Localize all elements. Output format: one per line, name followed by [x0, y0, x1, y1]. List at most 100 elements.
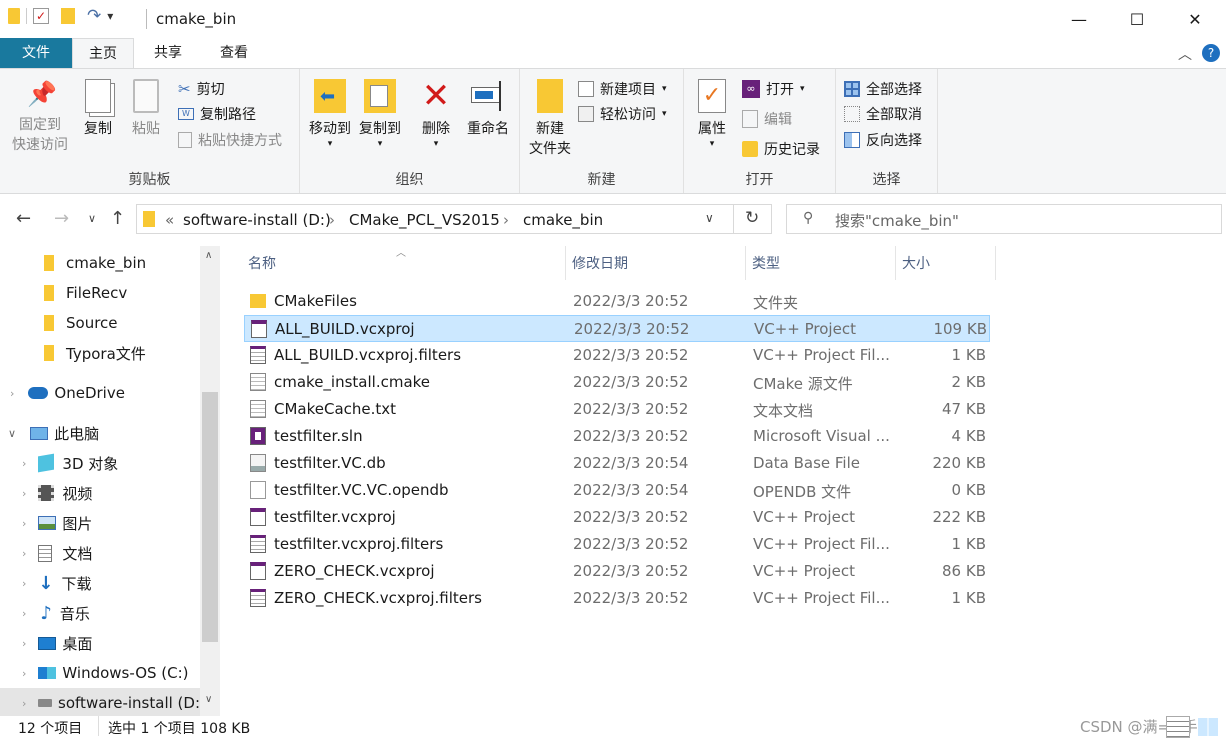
file-row[interactable]: testfilter.vcxproj.filters 2022/3/3 20:52…: [244, 531, 990, 558]
recent-locations-chevron-icon[interactable]: ∨: [88, 212, 96, 225]
file-row[interactable]: ZERO_CHECK.vcxproj 2022/3/3 20:52 VC++ Pro…: [244, 558, 990, 585]
expand-chevron-icon[interactable]: ›: [22, 457, 26, 470]
nav-item-drive-c[interactable]: › Windows-OS (C:): [0, 658, 200, 688]
delete-button[interactable]: ✕ 删除 ▾: [414, 79, 458, 149]
title-bar: ✓ ↷ ▾ cmake_bin — ☐ ✕: [0, 0, 1226, 38]
select-all-button[interactable]: 全部选择: [844, 79, 922, 99]
file-row[interactable]: ALL_BUILD.vcxproj 2022/3/3 20:52 VC++ Proj…: [244, 315, 990, 342]
paste-button[interactable]: 粘贴: [126, 79, 166, 139]
nav-item-source[interactable]: Source: [0, 308, 200, 338]
up-arrow-icon[interactable]: ↑: [110, 208, 125, 229]
cut-button[interactable]: ✂ 剪切: [178, 79, 225, 99]
scroll-up-chevron-icon[interactable]: ∧: [205, 250, 212, 261]
file-row[interactable]: testfilter.VC.VC.opendb 2022/3/3 20:54 OPE…: [244, 477, 990, 504]
desktop-icon: [38, 636, 57, 650]
nav-scrollbar-thumb[interactable]: [202, 392, 218, 642]
rename-button[interactable]: 重命名: [462, 79, 514, 139]
breadcrumb-overflow[interactable]: «: [165, 211, 174, 229]
file-row[interactable]: CMakeFiles 2022/3/3 20:52 文件夹: [244, 288, 990, 315]
invert-selection-button[interactable]: 反向选择: [844, 130, 922, 150]
window-title: cmake_bin: [156, 10, 237, 28]
nav-item-filerecv[interactable]: FileRecv: [0, 278, 200, 308]
breadcrumb-separator-icon[interactable]: ›: [503, 211, 509, 229]
paste-shortcut-button[interactable]: 粘贴快捷方式: [178, 130, 282, 150]
qat-customize-dropdown[interactable]: ▾: [107, 9, 113, 23]
nav-item-downloads[interactable]: › ↓ 下载: [0, 568, 200, 598]
move-to-button[interactable]: ⬅ 移动到 ▾: [306, 79, 354, 149]
file-row[interactable]: testfilter.VC.db 2022/3/3 20:54 Data Base …: [244, 450, 990, 477]
nav-item-onedrive[interactable]: › OneDrive: [0, 378, 200, 408]
nav-item-videos[interactable]: › 视频: [0, 478, 200, 508]
copy-path-button[interactable]: W 复制路径: [178, 104, 256, 124]
nav-item-typora[interactable]: Typora文件: [0, 338, 200, 368]
maximize-button[interactable]: ☐: [1108, 0, 1166, 38]
tab-file[interactable]: 文件: [0, 38, 72, 68]
new-folder-button[interactable]: 新建 文件夹: [526, 79, 574, 159]
help-icon[interactable]: ?: [1202, 44, 1220, 62]
minimize-button[interactable]: —: [1050, 0, 1108, 38]
address-box[interactable]: « software-install (D:) › CMake_PCL_VS20…: [136, 204, 772, 234]
edit-button[interactable]: 编辑: [742, 109, 792, 129]
nav-item-music[interactable]: › ♪ 音乐: [0, 598, 200, 628]
new-folder-icon[interactable]: [61, 8, 75, 24]
nav-item-3d-objects[interactable]: › 3D 对象: [0, 448, 200, 478]
file-row[interactable]: testfilter.vcxproj 2022/3/3 20:52 VC++ Pro…: [244, 504, 990, 531]
expand-chevron-icon[interactable]: ›: [22, 487, 26, 500]
search-input[interactable]: ⚲ 搜索"cmake_bin": [786, 204, 1222, 234]
breadcrumb-current[interactable]: cmake_bin: [523, 211, 603, 229]
select-none-button[interactable]: 全部取消: [844, 104, 922, 124]
file-row[interactable]: testfilter.sln 2022/3/3 20:52 Microsoft Vi…: [244, 423, 990, 450]
expand-chevron-icon[interactable]: ›: [22, 517, 26, 530]
back-arrow-icon[interactable]: ←: [16, 208, 31, 229]
column-header-type[interactable]: 类型: [746, 246, 896, 280]
copy-button[interactable]: 复制: [78, 79, 118, 139]
expand-chevron-icon[interactable]: ›: [22, 547, 26, 560]
expand-chevron-icon[interactable]: ›: [10, 387, 14, 400]
copy-to-button[interactable]: 复制到 ▾: [356, 79, 404, 149]
forward-arrow-icon[interactable]: →: [54, 208, 69, 229]
file-row[interactable]: ALL_BUILD.vcxproj.filters 2022/3/3 20:52 V…: [244, 342, 990, 369]
nav-item-pictures[interactable]: › 图片: [0, 508, 200, 538]
file-row[interactable]: ZERO_CHECK.vcxproj.filters 2022/3/3 20:52…: [244, 585, 990, 612]
address-dropdown-chevron-icon[interactable]: ∨: [705, 211, 714, 225]
properties-check-icon[interactable]: ✓: [33, 8, 49, 24]
pin-quick-access-button[interactable]: 📌 固定到 快速访问: [8, 79, 72, 155]
refresh-icon[interactable]: ↻: [745, 208, 759, 228]
search-icon: ⚲: [803, 210, 814, 226]
column-header-date[interactable]: 修改日期: [566, 246, 746, 280]
file-row[interactable]: CMakeCache.txt 2022/3/3 20:52 文本文档 47 KB: [244, 396, 990, 423]
expand-chevron-icon[interactable]: ›: [22, 577, 26, 590]
nav-item-cmake-bin[interactable]: cmake_bin: [0, 248, 200, 278]
nav-item-desktop[interactable]: › 桌面: [0, 628, 200, 658]
new-item-button[interactable]: 新建项目 ▾: [578, 79, 667, 99]
properties-button[interactable]: ✓ 属性 ▾: [692, 79, 732, 149]
undo-icon[interactable]: ↷: [87, 8, 101, 25]
expand-chevron-icon[interactable]: ›: [22, 607, 26, 620]
tab-home[interactable]: 主页: [72, 38, 134, 68]
history-button[interactable]: 历史记录: [742, 139, 820, 159]
open-button[interactable]: ∞ 打开 ▾: [742, 79, 805, 99]
nav-item-this-pc[interactable]: ∨ 此电脑: [0, 418, 200, 448]
details-view-icon[interactable]: [1166, 716, 1190, 738]
nav-item-drive-d[interactable]: › software-install (D:: [0, 688, 200, 716]
expand-chevron-icon[interactable]: ›: [22, 697, 26, 710]
expand-chevron-icon[interactable]: ›: [22, 637, 26, 650]
easy-access-button[interactable]: 轻松访问 ▾: [578, 104, 667, 124]
scroll-down-chevron-icon[interactable]: ∨: [205, 694, 212, 705]
expand-chevron-icon[interactable]: ›: [22, 667, 26, 680]
close-button[interactable]: ✕: [1166, 0, 1224, 38]
breadcrumb-drive[interactable]: software-install (D:): [183, 211, 331, 229]
column-header-name[interactable]: 名称: [242, 246, 566, 280]
breadcrumb-separator-icon[interactable]: ›: [329, 211, 335, 229]
collapse-chevron-icon[interactable]: ∨: [8, 427, 16, 440]
breadcrumb-folder[interactable]: CMake_PCL_VS2015: [349, 211, 500, 229]
nav-item-label: 图片: [62, 514, 93, 533]
tab-view[interactable]: 查看: [204, 38, 264, 68]
tab-share[interactable]: 共享: [140, 38, 196, 68]
file-row[interactable]: cmake_install.cmake 2022/3/3 20:52 CMake 源…: [244, 369, 990, 396]
ribbon-collapse-icon[interactable]: ︿: [1178, 44, 1192, 64]
nav-item-documents[interactable]: › 文档: [0, 538, 200, 568]
large-icons-view-icon[interactable]: [1198, 718, 1218, 736]
file-size: 2 KB: [951, 373, 986, 391]
column-header-size[interactable]: 大小: [896, 246, 996, 280]
